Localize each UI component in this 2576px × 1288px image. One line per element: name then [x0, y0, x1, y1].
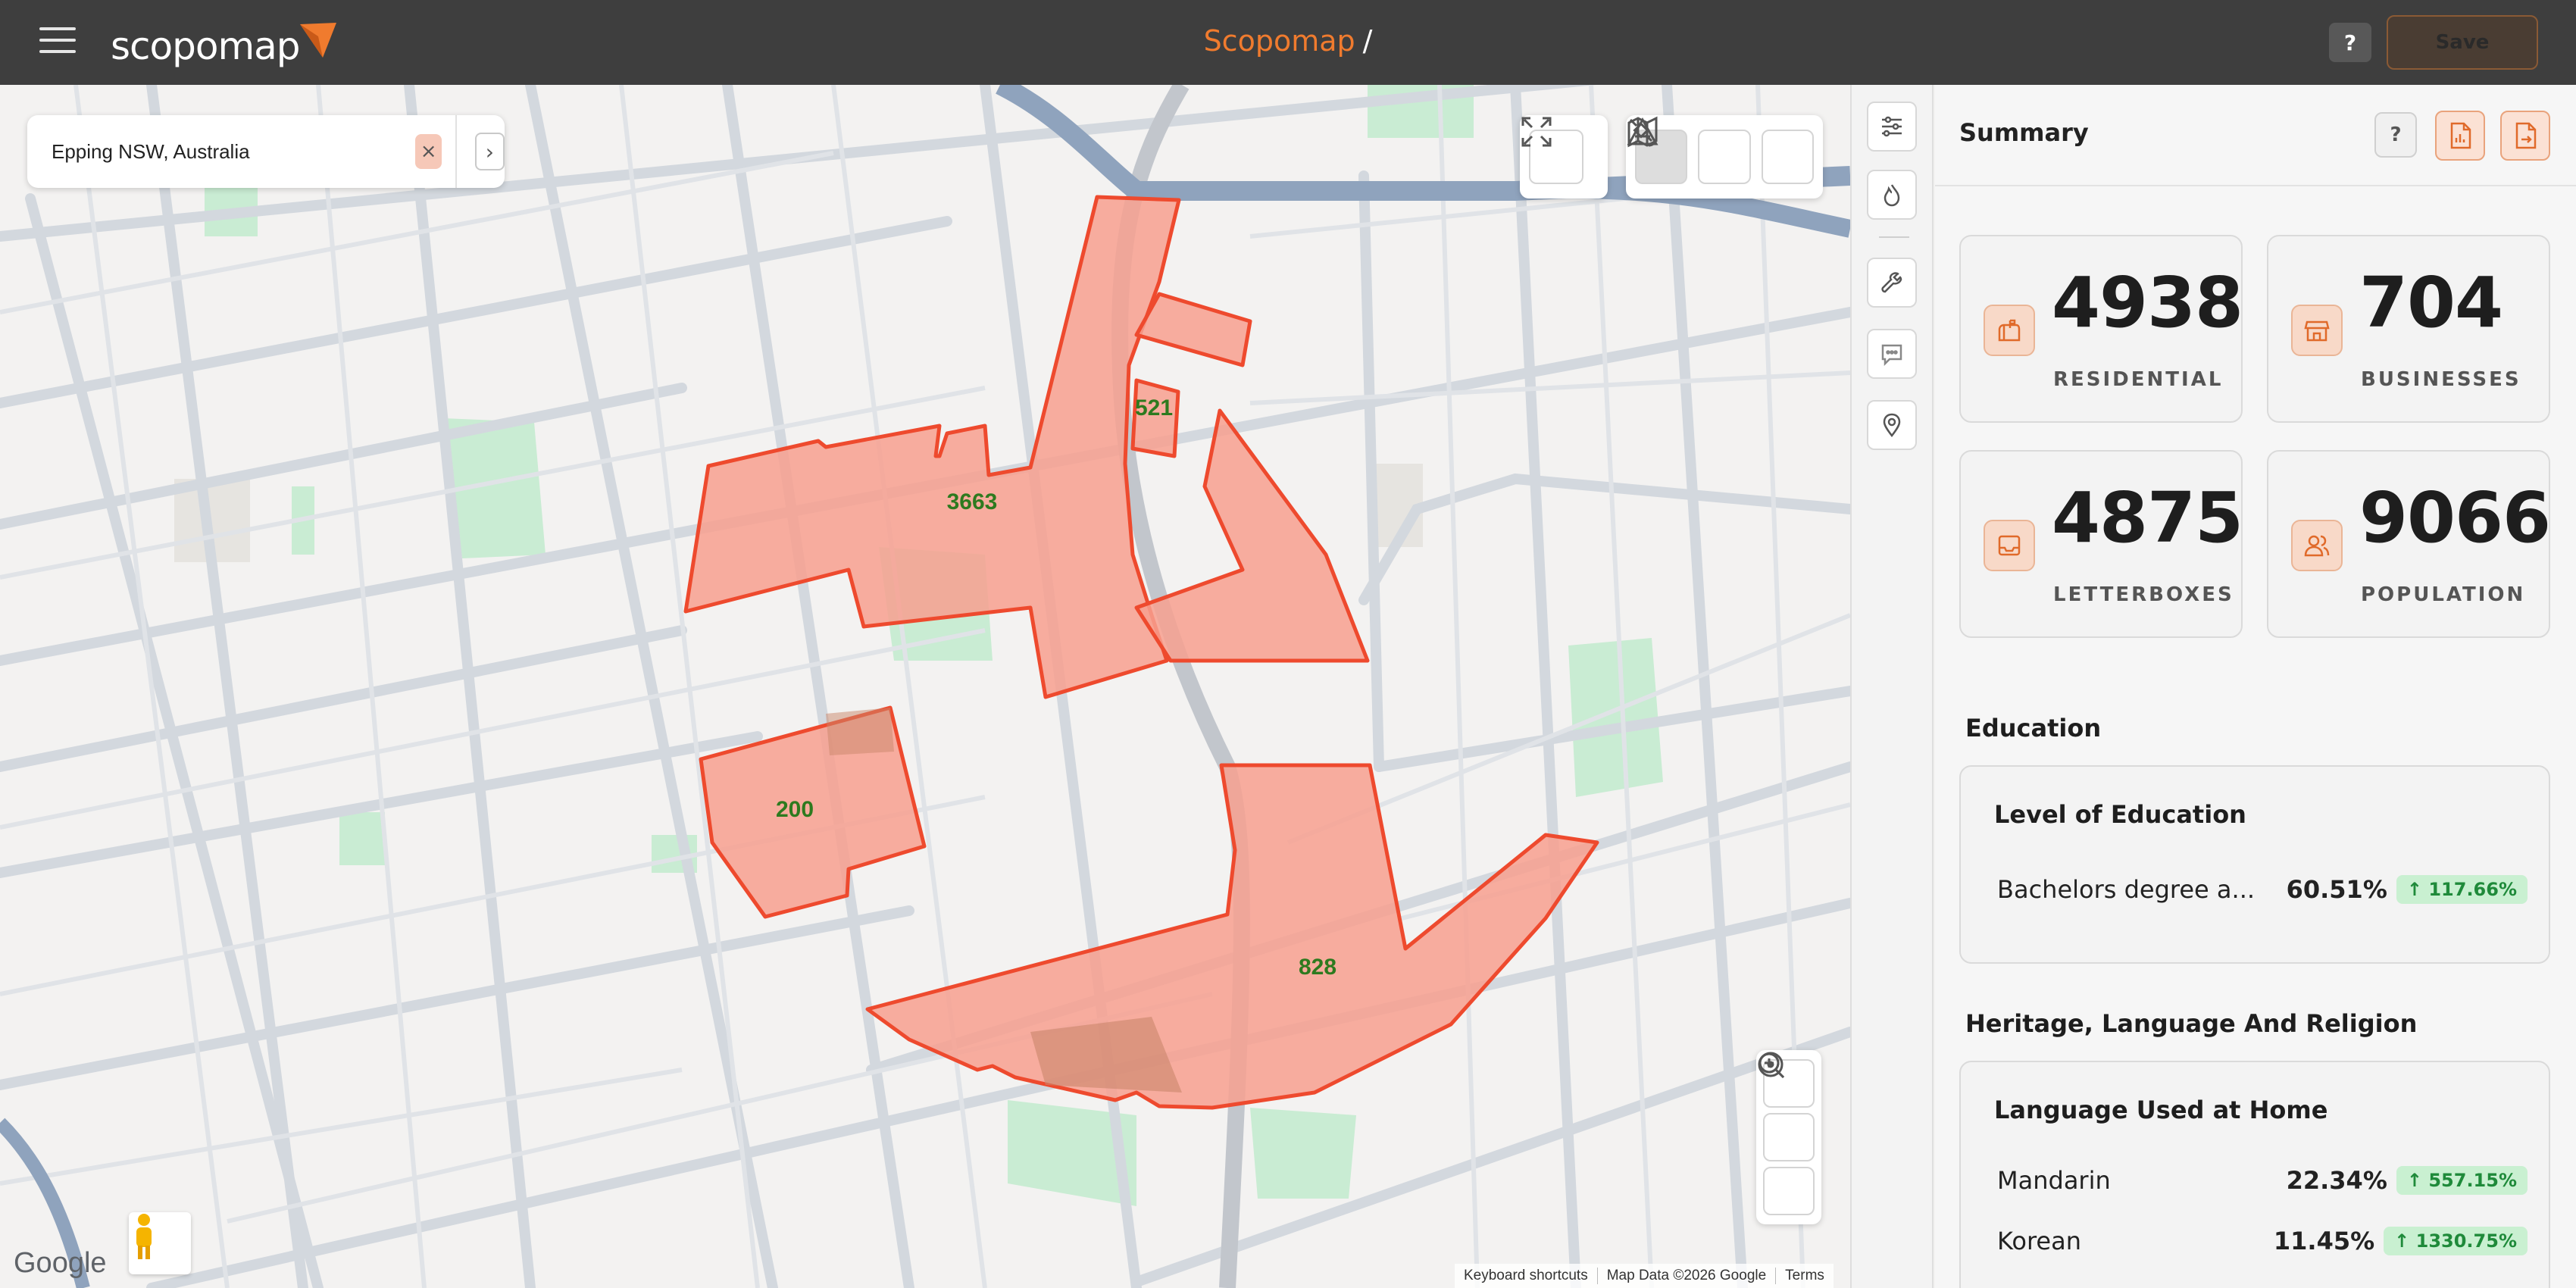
section-title-heritage: Heritage, Language And Religion: [1965, 1009, 2418, 1038]
location-search-input[interactable]: [52, 139, 415, 164]
search-divider: [455, 115, 457, 188]
change-badge: ↑ 557.15%: [2396, 1166, 2528, 1195]
row-name: Korean: [1997, 1227, 2081, 1255]
stat-value: 704: [2359, 262, 2503, 343]
location-pin-button[interactable]: [1867, 400, 1917, 450]
region-north-strip[interactable]: [1134, 292, 1252, 367]
store-icon: [2291, 305, 2343, 356]
filters-button[interactable]: [1867, 102, 1917, 152]
summary-panel: Summary ? 4938 RESIDENTIAL 704 BUSINESSE…: [1935, 85, 2576, 1288]
stat-label: BUSINESSES: [2361, 368, 2521, 391]
list-item[interactable]: Mandarin 22.34% ↑ 557.15%: [1997, 1162, 2528, 1199]
region-828[interactable]: [865, 763, 1599, 1110]
language-card: Language Used at Home Mandarin 22.34% ↑ …: [1959, 1061, 2550, 1288]
card-title: Language Used at Home: [1994, 1096, 2328, 1124]
search-go-button[interactable]: ›: [474, 133, 505, 170]
section-title-education: Education: [1965, 714, 2102, 742]
fullscreen-button[interactable]: [1521, 117, 1583, 184]
close-icon: ×: [420, 140, 437, 163]
terrain-view-button[interactable]: [1627, 117, 1814, 184]
region-label: 3663: [947, 489, 998, 514]
inbox-icon: [1984, 520, 2035, 571]
map-canvas[interactable]: 3663 521 200 828 × ›: [0, 85, 1850, 1288]
region-label: 521: [1135, 395, 1173, 420]
card-title: Level of Education: [1994, 800, 2246, 829]
stat-card-population: 9066 POPULATION: [2267, 450, 2551, 638]
stat-value: 4938: [2052, 262, 2243, 343]
export-file-button[interactable]: [2500, 111, 2550, 161]
heatmap-button[interactable]: [1867, 170, 1917, 220]
file-export-icon: [2515, 122, 2537, 149]
chart-report-icon: [2450, 122, 2471, 149]
map-base: 3663 521 200 828: [0, 85, 1850, 1288]
flame-icon: [1884, 184, 1900, 207]
keyboard-shortcuts-link[interactable]: Keyboard shortcuts: [1455, 1268, 1598, 1284]
street-view-button[interactable]: [129, 1212, 191, 1274]
zoom-controls: [1756, 1050, 1821, 1224]
row-percent: 22.34%: [2286, 1166, 2387, 1195]
chevron-right-icon: ›: [485, 139, 494, 164]
title-separator: /: [1362, 24, 1373, 58]
street-view-icon: [136, 1214, 152, 1259]
row-name: Bachelors degree a...: [1997, 875, 2256, 904]
comments-button[interactable]: [1867, 329, 1917, 379]
region-label: 200: [776, 797, 814, 822]
zoom-out-button[interactable]: [1758, 1052, 1815, 1216]
zoom-out-icon: [1758, 1052, 1785, 1079]
terms-link[interactable]: Terms: [1776, 1268, 1834, 1284]
stat-label: LETTERBOXES: [2053, 583, 2234, 606]
region-label: 828: [1299, 955, 1336, 980]
mailbox-icon: [1984, 305, 2035, 356]
fullscreen-control: [1520, 115, 1608, 199]
summary-help-button[interactable]: ?: [2374, 112, 2417, 158]
terrain-icon: [1627, 117, 1658, 145]
stat-card-letterboxes: 4875 LETTERBOXES: [1959, 450, 2243, 638]
google-logo: Google: [14, 1247, 107, 1279]
page-title: Scopomap /: [0, 24, 2576, 58]
row-name: Mandarin: [1997, 1166, 2111, 1195]
location-search: × ›: [27, 115, 505, 188]
help-button[interactable]: ?: [2329, 23, 2371, 62]
map-type-controls: [1626, 115, 1823, 199]
education-card: Level of Education Bachelors degree a...…: [1959, 765, 2550, 964]
coverage-regions: [683, 195, 1599, 1110]
row-percent: 11.45%: [2273, 1227, 2375, 1255]
row-percent: 60.51%: [2286, 875, 2387, 904]
app-title-link[interactable]: Scopomap: [1204, 24, 1355, 58]
stat-card-residential: 4938 RESIDENTIAL: [1959, 235, 2243, 423]
list-item[interactable]: Korean 11.45% ↑ 1330.75%: [1997, 1223, 2528, 1259]
tools-button[interactable]: [1867, 258, 1917, 308]
sliders-icon: [1882, 116, 1902, 137]
tool-column: [1850, 85, 1934, 1288]
change-badge: ↑ 117.66%: [2396, 875, 2528, 904]
stat-label: POPULATION: [2361, 583, 2526, 606]
map-footer: Keyboard shortcuts Map Data ©2026 Google…: [1455, 1264, 1834, 1288]
top-bar: scopomap Scopomap / ? Save: [0, 0, 2576, 85]
fullscreen-icon: [1521, 117, 1552, 147]
satellite-view-button[interactable]: [1629, 118, 1751, 184]
chat-icon: [1881, 344, 1902, 367]
map-data-attribution: Map Data ©2026 Google: [1598, 1268, 1777, 1284]
tool-separator: [1879, 236, 1909, 238]
stat-label: RESIDENTIAL: [2053, 368, 2224, 391]
export-report-button[interactable]: [2435, 111, 2485, 161]
list-item[interactable]: Bachelors degree a... 60.51% ↑ 117.66%: [1997, 871, 2528, 908]
stat-value: 4875: [2052, 477, 2243, 558]
summary-header: Summary ?: [1935, 85, 2576, 186]
stat-value: 9066: [2359, 477, 2551, 558]
summary-title: Summary: [1959, 118, 2089, 147]
save-button[interactable]: Save: [2387, 15, 2538, 70]
wrench-icon: [1881, 272, 1902, 293]
change-badge: ↑ 1330.75%: [2384, 1227, 2528, 1255]
clear-search-button[interactable]: ×: [415, 134, 442, 169]
stat-card-businesses: 704 BUSINESSES: [2267, 235, 2550, 423]
people-icon: [2291, 520, 2343, 571]
zoom-in-button[interactable]: [1758, 1052, 1815, 1161]
map-pin-icon: [1883, 413, 1901, 438]
